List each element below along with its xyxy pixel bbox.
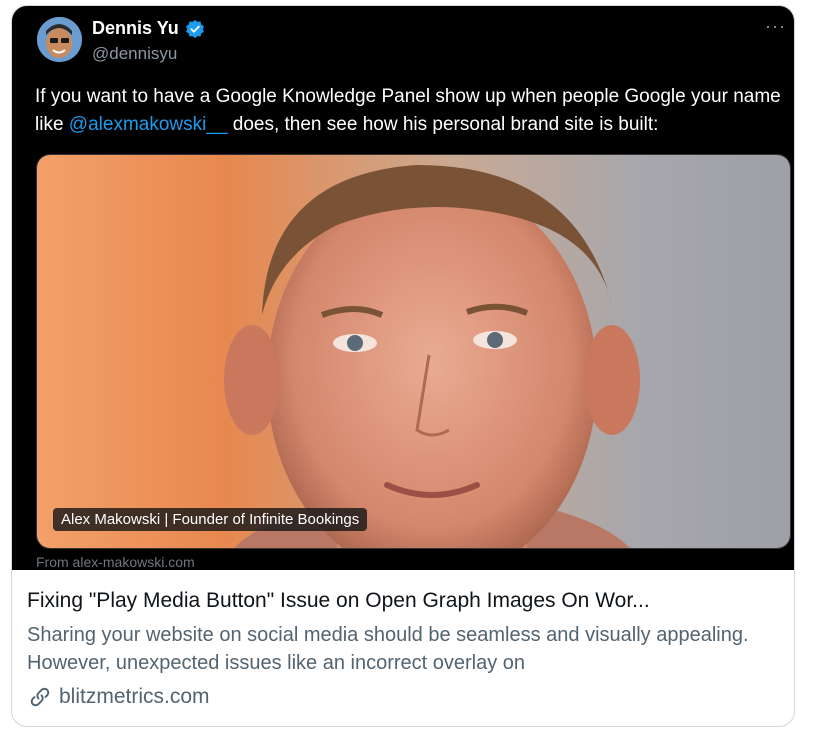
verified-badge-icon <box>185 19 204 38</box>
tweet-text-after: does, then see how his personal brand si… <box>227 114 659 135</box>
author-name[interactable]: Dennis Yu <box>92 18 205 39</box>
link-card-domain[interactable]: blitzmetrics.com <box>27 684 210 710</box>
tweet-text: If you want to have a Google Knowledge P… <box>35 83 785 139</box>
media-image[interactable]: Alex Makowski | Founder of Infinite Book… <box>36 154 791 549</box>
tweet-card[interactable]: Dennis Yu @dennisyu ··· If you want to h… <box>11 5 795 727</box>
author-handle[interactable]: @dennisyu <box>92 44 177 64</box>
author-name-text[interactable]: Dennis Yu <box>92 18 179 39</box>
link-icon <box>30 687 50 707</box>
link-domain-text[interactable]: blitzmetrics.com <box>59 685 210 709</box>
link-card-title[interactable]: Fixing "Play Media Button" Issue on Open… <box>27 589 782 613</box>
media-caption: Alex Makowski | Founder of Infinite Book… <box>53 508 368 531</box>
embedded-tweet[interactable]: Dennis Yu @dennisyu ··· If you want to h… <box>12 6 794 570</box>
more-options-icon[interactable]: ··· <box>765 16 786 37</box>
portrait-photo <box>37 155 790 548</box>
link-card-description: Sharing your website on social media sho… <box>27 624 749 674</box>
avatar[interactable] <box>37 17 82 62</box>
mention-link[interactable]: @alexmakowski__ <box>69 114 228 135</box>
media-source: From alex-makowski.com <box>36 554 195 570</box>
